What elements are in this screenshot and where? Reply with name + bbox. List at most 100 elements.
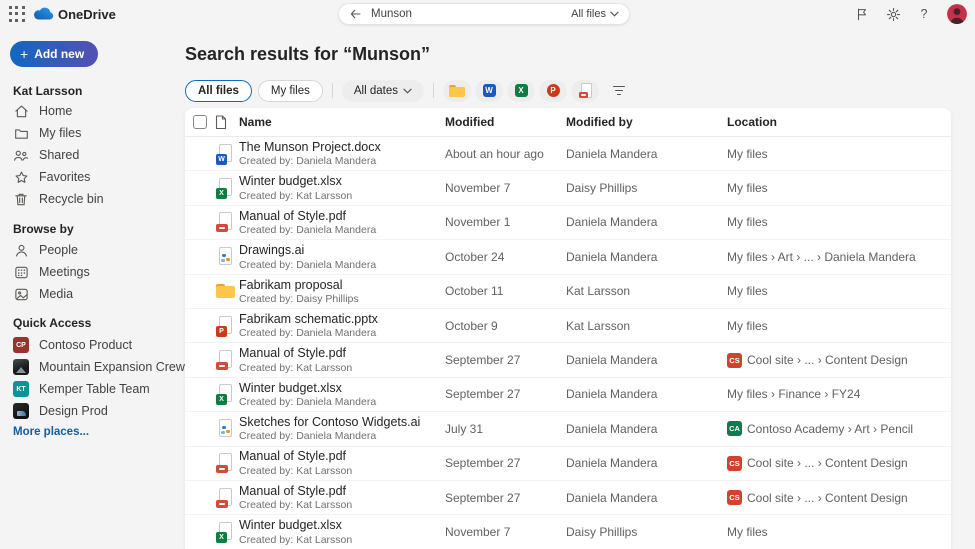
powerpoint-filter-chip[interactable]: P (539, 80, 567, 102)
sidebar-item-favorites[interactable]: Favorites (0, 166, 185, 188)
file-name[interactable]: Manual of Style.pdf (239, 484, 445, 498)
sidebar-item-label: My files (39, 126, 81, 140)
select-all-checkbox[interactable] (193, 115, 207, 129)
file-created-by: Created by: Daniela Mandera (239, 155, 445, 167)
file-created-by: Created by: Daniela Mandera (239, 224, 445, 236)
word-filter-chip[interactable]: W (475, 80, 503, 102)
quick-access-item-label: Kemper Table Team (39, 382, 150, 396)
filter-funnel-icon[interactable] (611, 83, 627, 99)
search-bar[interactable]: Munson All files (338, 3, 630, 25)
quick-access-item-mountain-expansion-crew[interactable]: Mountain Expansion Crew (0, 356, 185, 378)
file-name[interactable]: Sketches for Contoso Widgets.ai (239, 415, 445, 429)
file-name[interactable]: Winter budget.xlsx (239, 381, 445, 395)
table-row[interactable]: P Fabrikam schematic.pptx Created by: Da… (185, 309, 951, 343)
site-photo-thumbnail (13, 359, 29, 375)
column-header-modified[interactable]: Modified (445, 115, 566, 129)
search-input[interactable]: Munson (371, 8, 571, 20)
excel-filter-chip[interactable]: X (507, 80, 535, 102)
location-cell[interactable]: CS Cool site › ... › Content Design (727, 456, 943, 471)
file-type-column-icon[interactable] (215, 115, 239, 130)
quick-access-item-label: Design Prod (39, 404, 108, 418)
table-row[interactable]: Manual of Style.pdf Created by: Kat Lars… (185, 343, 951, 377)
search-scope-dropdown[interactable]: All files (571, 8, 619, 20)
folder-filter-chip[interactable] (443, 80, 471, 102)
location-cell[interactable]: My files (727, 215, 943, 229)
column-header-location[interactable]: Location (727, 115, 943, 129)
file-name[interactable]: Winter budget.xlsx (239, 174, 445, 188)
table-row[interactable]: Manual of Style.pdf Created by: Kat Lars… (185, 447, 951, 481)
table-row[interactable]: W The Munson Project.docx Created by: Da… (185, 137, 951, 171)
back-arrow-icon[interactable] (349, 8, 362, 20)
file-name[interactable]: The Munson Project.docx (239, 140, 445, 154)
modified-cell: November 1 (445, 215, 566, 229)
people-icon (13, 147, 29, 163)
file-created-by: Created by: Daniela Mandera (239, 396, 445, 408)
modified-by-cell: Daniela Mandera (566, 147, 727, 161)
quick-access-item-design-prod[interactable]: Design Prod (0, 400, 185, 422)
column-header-modified-by[interactable]: Modified by (566, 115, 727, 129)
location-cell[interactable]: My files (727, 525, 943, 539)
table-row[interactable]: X Winter budget.xlsx Created by: Kat Lar… (185, 515, 951, 549)
more-places-link[interactable]: More places... (13, 426, 89, 438)
sidebar-user-name: Kat Larsson (13, 84, 82, 98)
sidebar-item-home[interactable]: Home (0, 100, 185, 122)
filter-pill-all-files[interactable]: All files (185, 80, 252, 102)
file-name[interactable]: Drawings.ai (239, 243, 445, 257)
excel-file-icon: X (215, 383, 237, 405)
sidebar-item-people[interactable]: People (0, 239, 185, 261)
modified-by-cell: Daniela Mandera (566, 353, 727, 367)
table-row[interactable]: Sketches for Contoso Widgets.ai Created … (185, 412, 951, 446)
location-cell[interactable]: My files › Finance › FY24 (727, 387, 943, 401)
modified-by-cell: Daniela Mandera (566, 491, 727, 505)
table-row[interactable]: X Winter budget.xlsx Created by: Kat Lar… (185, 171, 951, 205)
file-created-by: Created by: Kat Larsson (239, 362, 445, 374)
file-name[interactable]: Fabrikam proposal (239, 278, 445, 292)
user-avatar[interactable] (947, 4, 967, 24)
modified-cell: October 11 (445, 284, 566, 298)
sidebar-item-recycle-bin[interactable]: Recycle bin (0, 188, 185, 210)
add-new-button[interactable]: + Add new (10, 41, 98, 67)
sidebar-item-label: Favorites (39, 170, 90, 184)
location-cell[interactable]: CA Contoso Academy › Art › Pencil (727, 421, 943, 436)
file-name[interactable]: Manual of Style.pdf (239, 209, 445, 223)
table-row[interactable]: Manual of Style.pdf Created by: Kat Lars… (185, 481, 951, 515)
flag-icon[interactable] (854, 6, 870, 22)
table-row[interactable]: Manual of Style.pdf Created by: Daniela … (185, 206, 951, 240)
ai-file-icon (215, 246, 237, 268)
excel-file-icon: X (215, 521, 237, 543)
location-cell[interactable]: My files (727, 319, 943, 333)
table-row[interactable]: Fabrikam proposal Created by: Daisy Phil… (185, 275, 951, 309)
app-title: OneDrive (58, 7, 116, 22)
location-cell[interactable]: My files › Art › ... › Daniela Mandera (727, 250, 943, 264)
sidebar-item-shared[interactable]: Shared (0, 144, 185, 166)
sidebar-item-my-files[interactable]: My files (0, 122, 185, 144)
sidebar-item-media[interactable]: Media (0, 283, 185, 305)
file-created-by: Created by: Kat Larsson (239, 190, 445, 202)
location-text: Contoso Academy › Art › Pencil (747, 422, 913, 436)
location-cell[interactable]: My files (727, 181, 943, 195)
file-name[interactable]: Fabrikam schematic.pptx (239, 312, 445, 326)
filter-pill-my-files[interactable]: My files (258, 80, 323, 102)
column-header-name[interactable]: Name (239, 115, 445, 129)
file-name[interactable]: Winter budget.xlsx (239, 518, 445, 532)
sidebar-item-meetings[interactable]: Meetings (0, 261, 185, 283)
table-row[interactable]: Drawings.ai Created by: Daniela Mandera … (185, 240, 951, 274)
app-launcher-waffle-icon[interactable] (9, 6, 25, 22)
all-dates-label: All dates (354, 85, 398, 97)
pdf-filter-chip[interactable] (571, 80, 599, 102)
file-name[interactable]: Manual of Style.pdf (239, 346, 445, 360)
help-icon[interactable]: ? (916, 6, 932, 22)
location-cell[interactable]: My files (727, 284, 943, 298)
file-name[interactable]: Manual of Style.pdf (239, 449, 445, 463)
modified-cell: November 7 (445, 525, 566, 539)
quick-access-item-kemper-table-team[interactable]: KTKemper Table Team (0, 378, 185, 400)
table-row[interactable]: X Winter budget.xlsx Created by: Daniela… (185, 378, 951, 412)
filter-pill-all-dates[interactable]: All dates (342, 80, 424, 102)
settings-gear-icon[interactable] (885, 6, 901, 22)
location-cell[interactable]: My files (727, 147, 943, 161)
quick-access-item-contoso-product[interactable]: CPContoso Product (0, 334, 185, 356)
sidebar-item-label: Media (39, 287, 73, 301)
page-title: Search results for “Munson” (185, 44, 430, 65)
location-cell[interactable]: CS Cool site › ... › Content Design (727, 353, 943, 368)
location-cell[interactable]: CS Cool site › ... › Content Design (727, 490, 943, 505)
